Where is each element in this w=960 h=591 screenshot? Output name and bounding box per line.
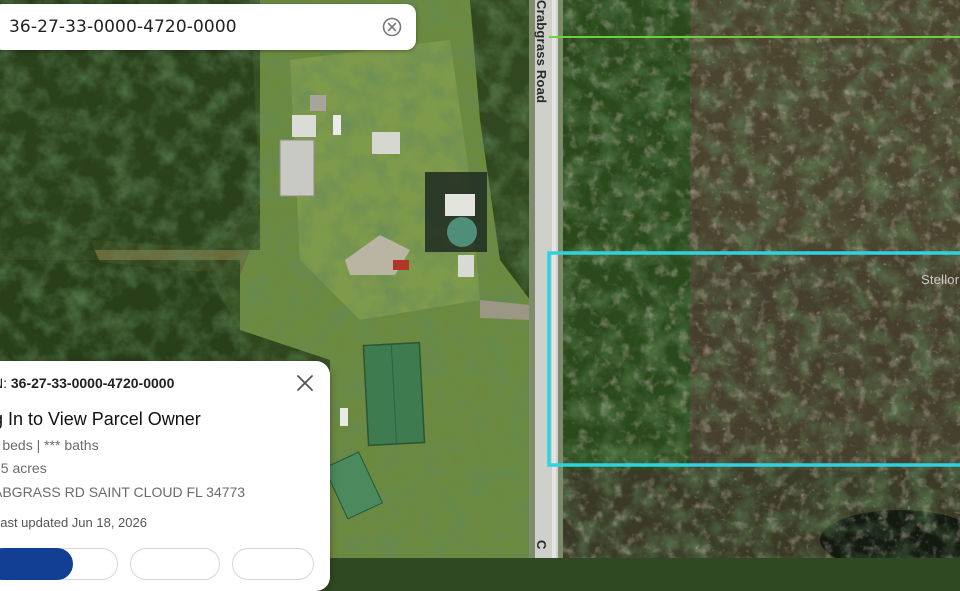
parcel-id-value: 36-27-33-0000-4720-0000: [10, 375, 175, 391]
last-updated: Last updated Jun 18, 2026: [0, 515, 147, 530]
card-primary-action-button[interactable]: [0, 548, 73, 580]
parcel-acres: 25 acres: [0, 460, 47, 476]
street-label: Stellor: [921, 272, 960, 287]
close-circle-icon[interactable]: [382, 17, 402, 37]
parcel-id-prefix: N:: [0, 375, 7, 391]
card-action-button-4[interactable]: [232, 548, 314, 580]
parcel-info-card: N: 36-27-33-0000-4720-0000 g In to View …: [0, 361, 330, 591]
road-label-continuation: C: [534, 540, 549, 550]
search-input[interactable]: 36-27-33-0000-4720-0000: [9, 17, 237, 37]
card-action-button-3[interactable]: [130, 548, 220, 580]
road-label: Crabgrass Road: [534, 0, 549, 104]
beds-baths: * beds | *** baths: [0, 437, 99, 453]
parcel-id: N: 36-27-33-0000-4720-0000: [0, 375, 174, 391]
parcel-owner-login-link[interactable]: g In to View Parcel Owner: [0, 409, 201, 430]
parcel-search-bar[interactable]: 36-27-33-0000-4720-0000: [0, 4, 416, 50]
close-icon[interactable]: [296, 374, 314, 392]
parcel-address: ABGRASS RD SAINT CLOUD FL 34773: [0, 484, 246, 500]
